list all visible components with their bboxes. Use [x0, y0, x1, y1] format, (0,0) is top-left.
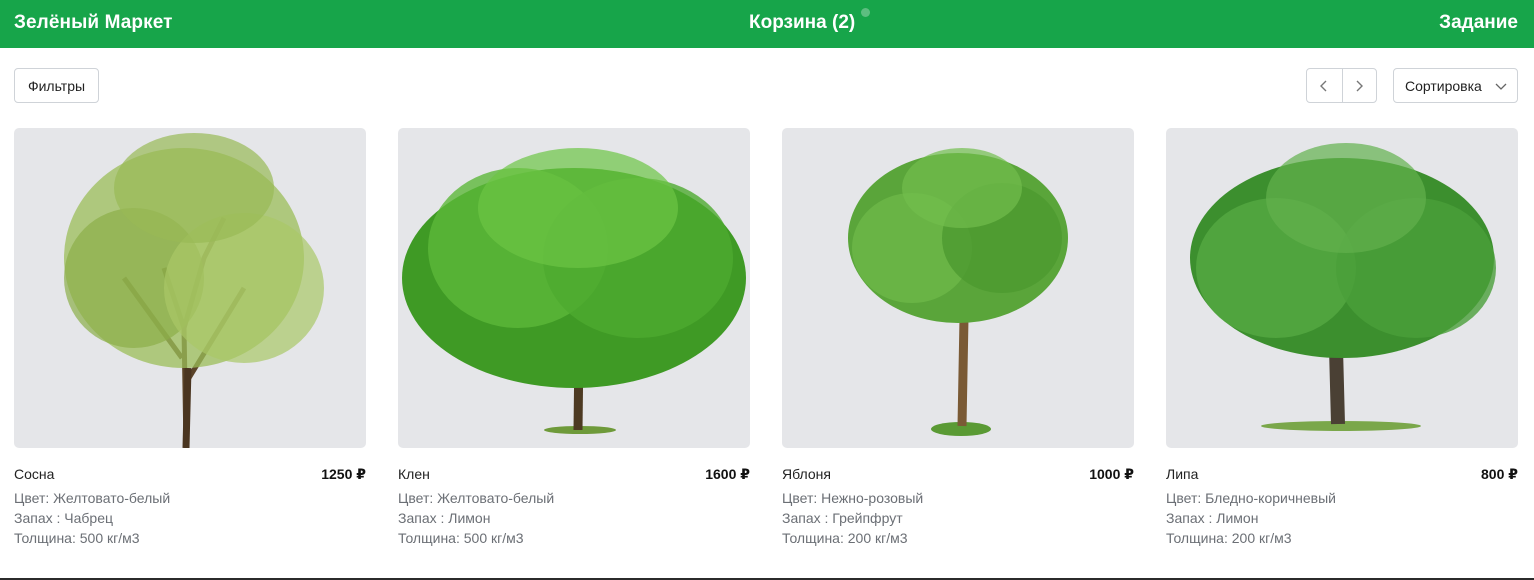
next-page-button[interactable]	[1341, 69, 1377, 102]
product-image[interactable]	[1166, 128, 1518, 448]
product-thickness: Толщина: 200 кг/м3	[782, 530, 908, 546]
task-link[interactable]: Задание	[1439, 12, 1518, 34]
card-header: Сосна 1250 ₽	[14, 466, 366, 486]
card-header: Клен 1600 ₽	[398, 466, 750, 486]
product-card[interactable]: Сосна 1250 ₽ Цвет: Желтовато-белый Запах…	[14, 128, 366, 546]
product-card[interactable]: Липа 800 ₽ Цвет: Бледно-коричневый Запах…	[1166, 128, 1518, 546]
product-name[interactable]: Клен	[398, 466, 430, 482]
product-thickness: Толщина: 500 кг/м3	[398, 530, 524, 546]
top-nav-bar: Зелёный Маркет Корзина (2) Задание	[0, 0, 1534, 48]
product-image[interactable]	[782, 128, 1134, 448]
chevron-down-icon	[1495, 83, 1507, 90]
product-price: 800 ₽	[1481, 466, 1518, 482]
chevron-left-icon	[1320, 80, 1327, 91]
product-color: Цвет: Бледно-коричневый	[1166, 490, 1336, 506]
tree-image	[64, 133, 324, 448]
tree-image	[402, 148, 746, 434]
product-name[interactable]: Яблоня	[782, 466, 831, 482]
pagination-controls	[1306, 68, 1377, 103]
product-image[interactable]	[398, 128, 750, 448]
cart-link[interactable]: Корзина (2)	[749, 12, 855, 34]
product-name[interactable]: Липа	[1166, 466, 1198, 482]
product-smell: Запах : Чабрец	[14, 510, 114, 526]
product-price: 1600 ₽	[705, 466, 750, 482]
product-card[interactable]: Клен 1600 ₽ Цвет: Желтовато-белый Запах …	[398, 128, 750, 546]
product-smell: Запах : Лимон	[1166, 510, 1259, 526]
product-thickness: Толщина: 200 кг/м3	[1166, 530, 1292, 546]
prev-page-button[interactable]	[1307, 69, 1342, 102]
product-price: 1250 ₽	[321, 466, 366, 482]
product-color: Цвет: Желтовато-белый	[14, 490, 171, 506]
tree-image	[848, 148, 1068, 436]
product-card[interactable]: Яблоня 1000 ₽ Цвет: Нежно-розовый Запах …	[782, 128, 1134, 546]
tree-image	[1190, 143, 1496, 431]
product-price: 1000 ₽	[1089, 466, 1134, 482]
product-image[interactable]	[14, 128, 366, 448]
product-thickness: Толщина: 500 кг/м3	[14, 530, 140, 546]
card-header: Липа 800 ₽	[1166, 466, 1518, 486]
sort-dropdown[interactable]: Сортировка	[1393, 68, 1518, 103]
product-smell: Запах : Лимон	[398, 510, 491, 526]
filters-button[interactable]: Фильтры	[14, 68, 99, 103]
product-color: Цвет: Нежно-розовый	[782, 490, 924, 506]
cart-indicator-dot	[861, 8, 870, 17]
brand-title[interactable]: Зелёный Маркет	[14, 12, 173, 34]
card-header: Яблоня 1000 ₽	[782, 466, 1134, 486]
product-smell: Запах : Грейпфрут	[782, 510, 903, 526]
product-color: Цвет: Желтовато-белый	[398, 490, 555, 506]
chevron-right-icon	[1356, 80, 1364, 91]
sort-label: Сортировка	[1405, 77, 1482, 94]
product-name[interactable]: Сосна	[14, 466, 54, 482]
